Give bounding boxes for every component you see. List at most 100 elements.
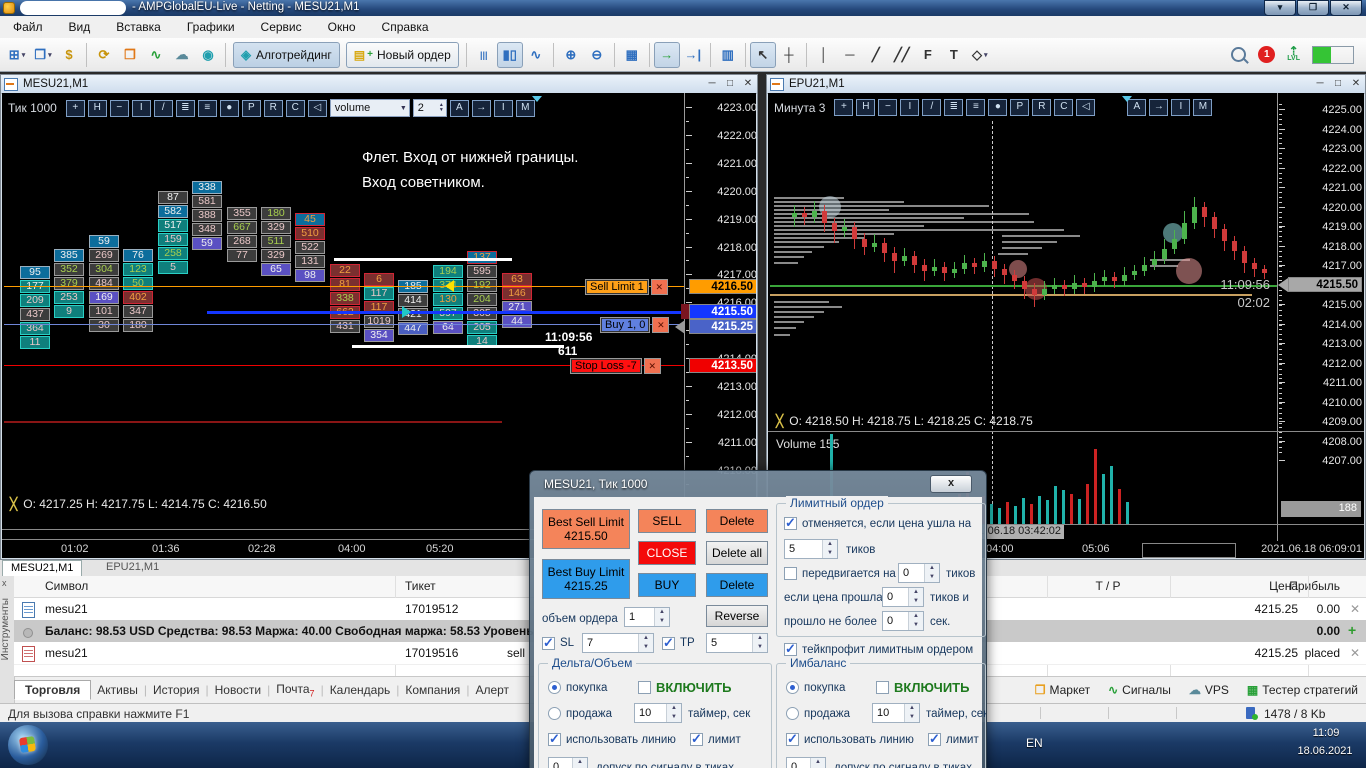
- inner-button-→[interactable]: →: [471, 99, 491, 117]
- inner-button-H[interactable]: H: [87, 99, 107, 117]
- tp-checkbox[interactable]: [662, 635, 675, 651]
- toolbox-tab-Почта[interactable]: Почта7: [270, 682, 320, 698]
- chart-tab-EPU21,M1[interactable]: EPU21,M1: [98, 560, 167, 575]
- column-header-Символ[interactable]: Символ: [45, 579, 88, 593]
- price-axis[interactable]: 4225.00 4224.00 4223.00 4222.00 4221.00 4220.…: [1277, 93, 1364, 541]
- text-button[interactable]: T: [941, 42, 967, 68]
- inner-button-R[interactable]: R: [263, 99, 283, 117]
- close-order-icon[interactable]: ✕: [650, 279, 668, 295]
- column-header-Тикет[interactable]: Тикет: [405, 579, 436, 593]
- inner-button-A[interactable]: A: [449, 99, 469, 117]
- symbols-button[interactable]: $: [56, 42, 82, 68]
- inner-button-−[interactable]: −: [878, 99, 898, 116]
- inner-button-−[interactable]: −: [109, 99, 129, 117]
- cancel-if-price-checkbox[interactable]: [784, 515, 797, 531]
- close-icon[interactable]: x: [2, 578, 7, 588]
- tray-clock-time[interactable]: 11:09: [1298, 727, 1354, 739]
- new-chart-button[interactable]: ⊞ ▾: [4, 42, 30, 68]
- minimize-icon[interactable]: ─: [703, 76, 721, 92]
- toolbox-tab-История[interactable]: История: [147, 683, 206, 697]
- horizontal-line-button[interactable]: ─: [837, 42, 863, 68]
- delete-buy-orders-button[interactable]: Delete: [706, 573, 768, 597]
- chart-window-titlebar[interactable]: EPU21,M1 ─ □ ✕: [767, 75, 1365, 94]
- vertical-line-button[interactable]: │: [811, 42, 837, 68]
- delta-volume-buy-radio[interactable]: [548, 681, 561, 694]
- inner-button-≡[interactable]: ≡: [966, 99, 986, 116]
- dialog-close-button[interactable]: x: [930, 475, 972, 493]
- close-button[interactable]: ✕: [1330, 0, 1362, 16]
- trendline-button[interactable]: ╱: [863, 42, 889, 68]
- delta-volume-timer-spinner[interactable]: 10 ▲ ▼: [634, 703, 682, 723]
- save-template-button[interactable]: ▥: [715, 42, 741, 68]
- inner-button-/[interactable]: /: [922, 99, 942, 116]
- language-indicator[interactable]: EN: [1026, 736, 1043, 750]
- menu-Сервис[interactable]: Сервис: [248, 16, 315, 38]
- imbalance-use-line-checkbox[interactable]: [786, 731, 799, 747]
- market-button[interactable]: ❒: [117, 42, 143, 68]
- inner-button-+[interactable]: +: [65, 99, 85, 117]
- inner-button-≣[interactable]: ≣: [175, 99, 195, 117]
- imbalance-timer-spinner[interactable]: 10 ▲ ▼: [872, 703, 920, 723]
- buy-order-label[interactable]: Buy 1, 0 ✕: [600, 317, 670, 333]
- maximize-icon[interactable]: □: [1329, 76, 1347, 92]
- imbalance-limit-checkbox[interactable]: [928, 731, 941, 747]
- new-order-button[interactable]: ▤ + Новый ордер: [345, 41, 459, 68]
- signals-button[interactable]: ∿: [143, 42, 169, 68]
- inner-button-P[interactable]: P: [241, 99, 261, 117]
- inner-button-M[interactable]: M: [515, 99, 535, 117]
- toolbox-tab-Активы[interactable]: Активы: [91, 683, 144, 697]
- support-line[interactable]: [770, 294, 1252, 296]
- bar-chart-button[interactable]: |||: [471, 42, 497, 68]
- minimize-button[interactable]: ▾: [1264, 0, 1296, 16]
- imbalance-sell-radio[interactable]: [786, 707, 799, 720]
- minimize-icon[interactable]: ─: [1311, 76, 1329, 92]
- toolbox-tab-Новости[interactable]: Новости: [209, 683, 267, 697]
- chart-window-titlebar[interactable]: MESU21,M1 ─ □ ✕: [1, 75, 757, 94]
- vps-cloud-button[interactable]: ☁: [169, 42, 195, 68]
- inner-button-H[interactable]: H: [856, 99, 876, 116]
- reverse-button[interactable]: Reverse: [706, 605, 768, 627]
- delta-volume-limit-checkbox[interactable]: [690, 731, 703, 747]
- equidistant-channel-button[interactable]: ╱╱: [889, 42, 915, 68]
- inner-button-●[interactable]: ●: [988, 99, 1008, 116]
- menu-Вид[interactable]: Вид: [56, 16, 104, 38]
- menu-Файл[interactable]: Файл: [0, 16, 56, 38]
- menu-Графики[interactable]: Графики: [174, 16, 248, 38]
- notifications-badge[interactable]: 1: [1258, 46, 1276, 63]
- line-chart-button[interactable]: ∿: [523, 42, 549, 68]
- start-button[interactable]: [8, 725, 48, 765]
- vps-tab[interactable]: ☁ VPS: [1189, 683, 1229, 697]
- sl-spinner[interactable]: 7 ▲ ▼: [582, 633, 654, 653]
- inner-button-→[interactable]: →: [1149, 99, 1169, 116]
- horizontal-line[interactable]: [334, 258, 512, 261]
- imbalance-enable-checkbox[interactable]: [876, 681, 889, 694]
- profiles-button[interactable]: ❐ ▾: [30, 42, 56, 68]
- strategy-tester-tab[interactable]: ▦ Тестер стратегий: [1247, 683, 1358, 697]
- inner-button-I[interactable]: I: [900, 99, 920, 116]
- restore-button[interactable]: ❐: [1297, 0, 1329, 16]
- cluster-size-spinner[interactable]: 2 ▲ ▼: [412, 99, 447, 117]
- community-search-button[interactable]: ◉: [195, 42, 221, 68]
- inner-button-I[interactable]: I: [1171, 99, 1191, 116]
- inner-button-M[interactable]: M: [1193, 99, 1213, 116]
- order-volume-spinner[interactable]: 1 ▲ ▼: [624, 607, 670, 627]
- inner-button-●[interactable]: ●: [219, 99, 239, 117]
- inner-button-I[interactable]: I: [131, 99, 151, 117]
- column-header-T / P[interactable]: T / P: [1088, 579, 1128, 593]
- horizontal-line[interactable]: [207, 311, 684, 314]
- horizontal-line[interactable]: [4, 324, 684, 325]
- sell-button[interactable]: SELL: [638, 509, 696, 533]
- close-position-icon[interactable]: ✕: [1350, 646, 1360, 660]
- close-icon[interactable]: ✕: [739, 76, 757, 92]
- delta-volume-use-line-checkbox[interactable]: [548, 731, 561, 747]
- delta-volume-tolerance-spinner[interactable]: 0 ▲▼: [548, 757, 588, 768]
- close-position-icon[interactable]: ✕: [1350, 602, 1360, 616]
- sell-limit-order-label[interactable]: Sell Limit 1 ✕: [585, 279, 668, 295]
- toolbox-tab-Календарь[interactable]: Календарь: [324, 683, 397, 697]
- inner-button-C[interactable]: C: [285, 99, 305, 117]
- volume-mode-dropdown[interactable]: volume ▼: [329, 99, 410, 117]
- chart-tab-MESU21,M1[interactable]: MESU21,M1: [2, 560, 83, 576]
- menu-Справка[interactable]: Справка: [369, 16, 442, 38]
- maximize-icon[interactable]: □: [721, 76, 739, 92]
- elapsed-spinner[interactable]: 0 ▲ ▼: [882, 611, 924, 631]
